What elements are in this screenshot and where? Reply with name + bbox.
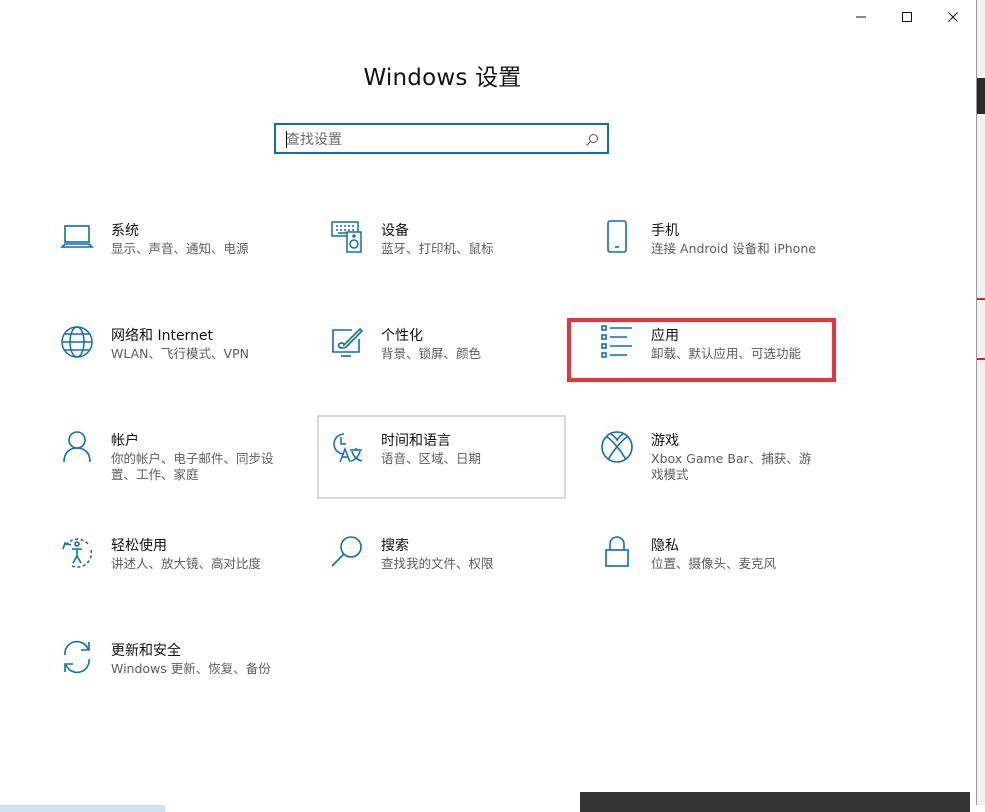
tile-phone[interactable]: 手机 连接 Android 设备和 iPhone: [600, 220, 848, 300]
tile-personalization[interactable]: 个性化 背景、锁屏、颜色: [330, 325, 578, 405]
tile-name: 帐户: [111, 433, 139, 449]
maximize-button[interactable]: [884, 4, 930, 30]
tile-description: 语音、区域、日期: [381, 451, 482, 466]
tile-description: 你的帐户、电子邮件、同步设置、工作、家庭: [111, 451, 274, 482]
page-title: Windows 设置: [363, 65, 522, 91]
tile-name: 隐私: [651, 538, 679, 554]
tile-network[interactable]: 网络和 Internet WLAN、飞行模式、VPN: [60, 325, 308, 405]
tile-system[interactable]: 系统 显示、声音、通知、电源: [60, 220, 308, 300]
settings-window: Windows 设置 系统 显示、声音、通知、电源 设备 蓝牙、打印机、鼠标 手…: [0, 0, 977, 805]
tile-update-security[interactable]: 更新和安全 Windows 更新、恢复、备份: [60, 640, 308, 720]
globe-icon: [60, 325, 94, 359]
tile-description: 讲述人、放大镜、高对比度: [111, 556, 262, 571]
background-overlay-text: [580, 792, 970, 812]
tile-name: 时间和语言: [381, 433, 451, 449]
laptop-icon: [60, 220, 94, 254]
minimize-button[interactable]: [838, 4, 884, 30]
annotation-highlight-box: [567, 318, 836, 382]
tile-name: 网络和 Internet: [111, 328, 214, 344]
minimize-icon: [856, 16, 866, 18]
tile-description: 位置、摄像头、麦克风: [651, 556, 777, 571]
ease-of-access-icon: [60, 535, 94, 569]
tile-name: 游戏: [651, 433, 679, 449]
tile-description: 显示、声音、通知、电源: [111, 241, 249, 256]
close-button[interactable]: [930, 4, 976, 30]
tile-description: 连接 Android 设备和 iPhone: [651, 241, 816, 256]
tile-description: 蓝牙、打印机、鼠标: [381, 241, 494, 256]
taskbar-active-item: [0, 805, 165, 812]
tile-description: Xbox Game Bar、捕获、游戏模式: [651, 451, 812, 482]
phone-icon: [600, 220, 634, 254]
search-box[interactable]: [274, 123, 609, 154]
tile-name: 搜索: [381, 538, 409, 554]
tile-name: 系统: [111, 223, 139, 239]
search-input[interactable]: [286, 130, 576, 150]
search-icon[interactable]: [585, 132, 599, 151]
close-icon: [948, 12, 958, 22]
tile-description: Windows 更新、恢复、备份: [111, 661, 271, 676]
tile-search[interactable]: 搜索 查找我的文件、权限: [330, 535, 578, 615]
tile-accounts[interactable]: 帐户 你的帐户、电子邮件、同步设置、工作、家庭: [60, 430, 308, 510]
tile-name: 手机: [651, 223, 679, 239]
tile-name: 更新和安全: [111, 643, 181, 659]
background-red-line: [977, 298, 985, 300]
tile-devices[interactable]: 设备 蓝牙、打印机、鼠标: [330, 220, 578, 300]
tile-name: 个性化: [381, 328, 423, 344]
tile-time-language[interactable]: 时间和语言 语音、区域、日期: [330, 430, 578, 510]
maximize-icon: [902, 12, 912, 22]
tile-ease-of-access[interactable]: 轻松使用 讲述人、放大镜、高对比度: [60, 535, 308, 615]
background-dark-bar: [977, 78, 985, 114]
devices-icon: [330, 220, 364, 254]
personalization-icon: [330, 325, 364, 359]
person-icon: [60, 430, 94, 464]
background-window-edge: [977, 0, 985, 812]
tile-name: 轻松使用: [111, 538, 167, 554]
xbox-icon: [600, 430, 634, 464]
tile-name: 设备: [381, 223, 409, 239]
tile-description: 查找我的文件、权限: [381, 556, 494, 571]
tile-gaming[interactable]: 游戏 Xbox Game Bar、捕获、游戏模式: [600, 430, 848, 510]
lock-icon: [600, 535, 634, 569]
tile-description: WLAN、飞行模式、VPN: [111, 346, 249, 361]
search-icon: [330, 535, 364, 569]
tile-privacy[interactable]: 隐私 位置、摄像头、麦克风: [600, 535, 848, 615]
text-caret: [286, 131, 287, 148]
sync-icon: [60, 640, 94, 674]
tile-description: 背景、锁屏、颜色: [381, 346, 482, 361]
background-red-line: [977, 358, 985, 360]
time-language-icon: [330, 430, 364, 464]
